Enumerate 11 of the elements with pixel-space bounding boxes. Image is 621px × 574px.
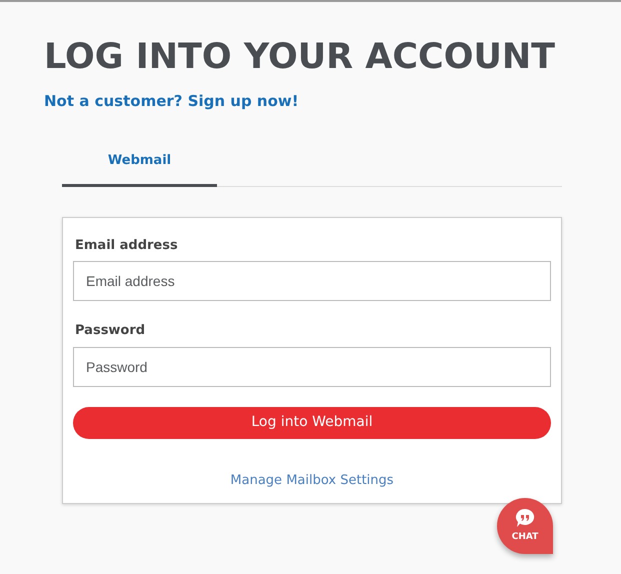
signup-link[interactable]: Not a customer? Sign up now! — [44, 90, 299, 112]
field-label: Email address — [75, 236, 179, 254]
chat-button[interactable]: CHAT — [497, 498, 553, 554]
speech-bubble-icon — [514, 507, 536, 530]
input-field[interactable]: Email address — [73, 261, 551, 301]
login-button[interactable]: Log into Webmail — [73, 406, 551, 438]
tab[interactable]: Webmail — [62, 151, 217, 186]
input-field[interactable]: Password — [73, 346, 551, 386]
settings-link[interactable]: Manage Mailbox Settings — [230, 470, 394, 490]
field-label: Password — [75, 322, 146, 340]
page-heading: LOG INTO YOUR ACCOUNT — [44, 36, 556, 78]
